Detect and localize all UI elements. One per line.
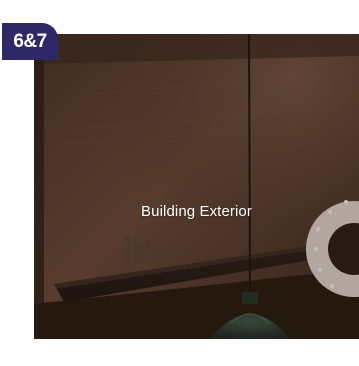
page: Building Exterior 6&7 bbox=[0, 0, 359, 366]
photo-overlay bbox=[34, 34, 359, 339]
unit-badge: 6&7 bbox=[2, 23, 58, 60]
gallery-card[interactable]: Building Exterior bbox=[34, 34, 359, 339]
card-title: Building Exterior bbox=[141, 203, 252, 220]
